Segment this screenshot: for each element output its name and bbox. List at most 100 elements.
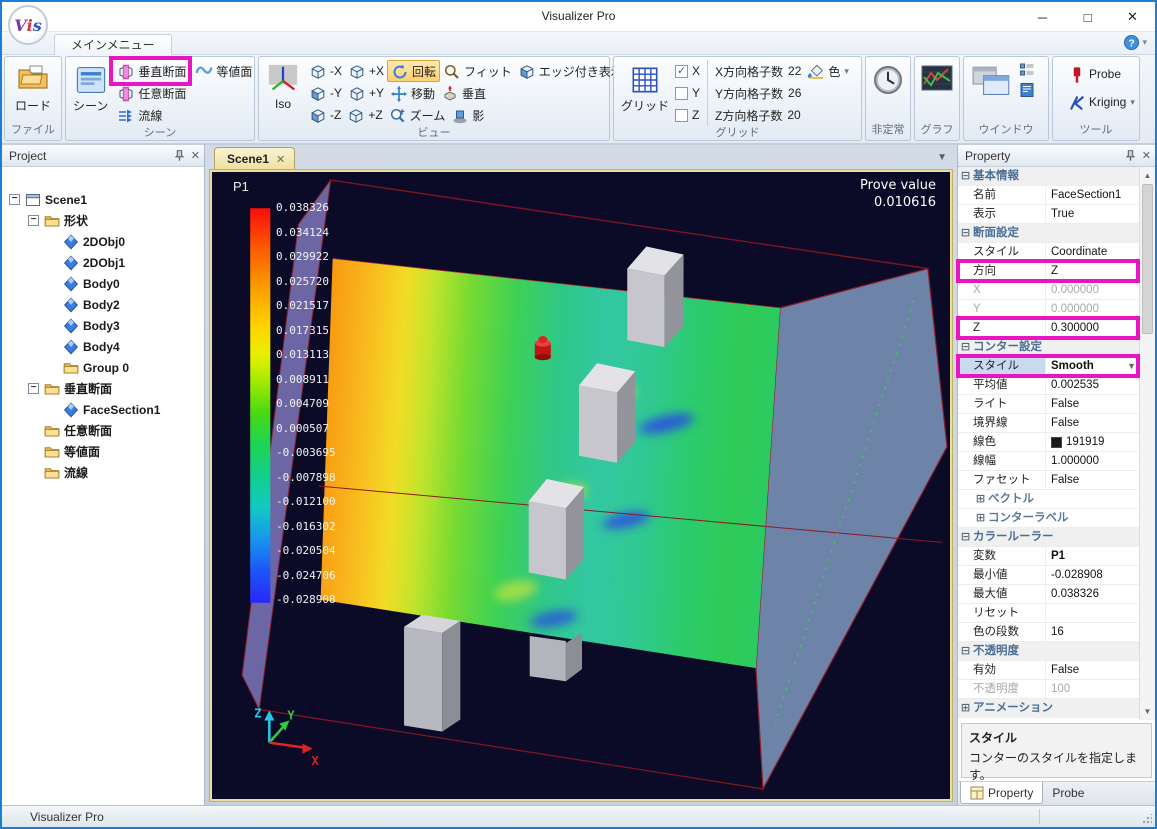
scrollbar-thumb[interactable] xyxy=(1142,184,1153,334)
expander-icon[interactable]: ⊟ xyxy=(958,642,973,660)
property-value[interactable] xyxy=(1046,604,1139,622)
checkbox-Y[interactable] xyxy=(675,87,688,100)
property-row-変数[interactable]: 変数P1 xyxy=(958,547,1139,566)
grid-axis-X[interactable]: X xyxy=(675,60,700,82)
transient-button[interactable] xyxy=(868,60,908,95)
tree-item-Body4[interactable]: Body4 xyxy=(2,336,204,357)
tab-scene1[interactable]: Scene1 ✕ xyxy=(214,147,295,170)
load-button[interactable]: ロード xyxy=(12,60,54,114)
scene-button-任意断面[interactable]: 任意断面 xyxy=(114,82,189,104)
property-row-ファセット[interactable]: ファセットFalse xyxy=(958,471,1139,490)
tree-item-FaceSection1[interactable]: FaceSection1 xyxy=(2,399,204,420)
property-value[interactable]: Z xyxy=(1046,262,1139,280)
grid-count-value[interactable]: 22 xyxy=(788,64,801,78)
view-button-垂直[interactable]: 垂直 xyxy=(438,82,489,104)
property-section-基本情報[interactable]: ⊟基本情報 xyxy=(958,167,1139,186)
property-value[interactable]: False xyxy=(1046,395,1139,413)
property-value[interactable]: 1.000000 xyxy=(1046,452,1139,470)
grid-axis-Y[interactable]: Y xyxy=(675,82,700,104)
expander-icon[interactable]: ⊟ xyxy=(958,528,973,546)
grid-button[interactable]: グリッド xyxy=(618,60,672,114)
property-row-線色[interactable]: 線色191919 xyxy=(958,433,1139,452)
window-doc-icon[interactable] xyxy=(1019,82,1035,98)
tree-item-2DObj1[interactable]: 2DObj1 xyxy=(2,252,204,273)
view-button-回転[interactable]: 回転 xyxy=(387,60,440,82)
property-row-スタイル[interactable]: スタイルCoordinate xyxy=(958,243,1139,262)
property-section-コンター設定[interactable]: ⊟コンター設定 xyxy=(958,338,1139,357)
property-value[interactable]: False xyxy=(1046,471,1139,489)
property-value[interactable]: False xyxy=(1046,661,1139,679)
grid-count-X方向格子数[interactable]: X方向格子数22 xyxy=(715,60,801,82)
scene-button-垂直断面[interactable]: 垂直断面 xyxy=(114,60,189,82)
scene-viewport[interactable]: Z Y X P1 0.0383260.0341240.0299220.02572… xyxy=(212,172,950,799)
dropdown-arrow-icon[interactable]: ▼ xyxy=(1127,357,1136,375)
property-value[interactable]: 0.000000 xyxy=(1046,300,1139,318)
property-row-リセット[interactable]: リセット xyxy=(958,604,1139,623)
property-row-線幅[interactable]: 線幅1.000000 xyxy=(958,452,1139,471)
tree-item-2DObj0[interactable]: 2DObj0 xyxy=(2,231,204,252)
property-value[interactable]: True xyxy=(1046,205,1139,223)
iso-view-button[interactable]: Iso xyxy=(263,60,303,111)
tool-button-Probe[interactable]: Probe xyxy=(1065,63,1138,85)
view-button-影[interactable]: 影 xyxy=(448,104,487,126)
property-value[interactable]: 16 xyxy=(1046,623,1139,641)
grid-count-Z方向格子数[interactable]: Z方向格子数20 xyxy=(715,104,801,126)
property-row-Y[interactable]: Y0.000000 xyxy=(958,300,1139,319)
view-button--Z[interactable]: -Z xyxy=(306,104,344,126)
property-row-名前[interactable]: 名前FaceSection1 xyxy=(958,186,1139,205)
view-button--X[interactable]: -X xyxy=(306,60,345,82)
property-row-最大値[interactable]: 最大値0.038326 xyxy=(958,585,1139,604)
window-list-icon[interactable] xyxy=(1019,62,1035,78)
property-value[interactable]: FaceSection1 xyxy=(1046,186,1139,204)
view-button-+Z[interactable]: +Z xyxy=(344,104,385,126)
property-section-カラールーラー[interactable]: ⊟カラールーラー xyxy=(958,528,1139,547)
view-button-+Y[interactable]: +Y xyxy=(345,82,387,104)
scene-button-流線[interactable]: 流線 xyxy=(114,104,189,126)
property-value[interactable]: -0.028908 xyxy=(1046,566,1139,584)
maximize-button[interactable]: □ xyxy=(1065,2,1110,32)
scroll-down-icon[interactable]: ▼ xyxy=(1140,704,1155,719)
tab-main-menu[interactable]: メインメニュー xyxy=(54,34,172,55)
property-value[interactable]: P1 xyxy=(1046,547,1139,565)
property-row-Z[interactable]: Z0.300000 xyxy=(958,319,1139,338)
isosurface-button[interactable]: 等値面 xyxy=(192,60,255,82)
property-value[interactable]: 0.000000 xyxy=(1046,281,1139,299)
tool-button-Kriging[interactable]: Kriging▾ xyxy=(1065,91,1138,113)
property-row-境界線[interactable]: 境界線False xyxy=(958,414,1139,433)
expander-icon[interactable]: ⊟ xyxy=(958,338,973,356)
property-section-不透明度[interactable]: ⊟不透明度 xyxy=(958,642,1139,661)
tree-item-Body3[interactable]: Body3 xyxy=(2,315,204,336)
app-logo[interactable]: Vis xyxy=(8,5,48,45)
property-section-コンターラベル[interactable]: ⊞コンターラベル xyxy=(958,509,1139,528)
property-value[interactable]: False xyxy=(1046,414,1139,432)
property-value[interactable]: 0.002535 xyxy=(1046,376,1139,394)
tree-item-形状[interactable]: −形状 xyxy=(2,210,204,231)
expander-icon[interactable]: − xyxy=(28,215,39,226)
property-row-ライト[interactable]: ライトFalse xyxy=(958,395,1139,414)
expander-icon[interactable]: − xyxy=(28,383,39,394)
tree-item-流線[interactable]: 流線 xyxy=(2,462,204,483)
checkbox-Z[interactable] xyxy=(675,109,688,122)
grid-count-Y方向格子数[interactable]: Y方向格子数26 xyxy=(715,82,801,104)
property-row-スタイル[interactable]: スタイルSmooth▼ xyxy=(958,357,1139,376)
property-section-アニメーション[interactable]: ⊞アニメーション xyxy=(958,699,1139,718)
tree-item-Group 0[interactable]: Group 0 xyxy=(2,357,204,378)
property-section-断面設定[interactable]: ⊟断面設定 xyxy=(958,224,1139,243)
close-icon[interactable]: ✕ xyxy=(1142,149,1151,162)
tree-item-等値面[interactable]: 等値面 xyxy=(2,441,204,462)
property-row-平均値[interactable]: 平均値0.002535 xyxy=(958,376,1139,395)
view-button--Y[interactable]: -Y xyxy=(306,82,345,104)
view-button-フィット[interactable]: フィット xyxy=(440,60,515,82)
grid-count-value[interactable]: 20 xyxy=(787,108,800,122)
tab-probe[interactable]: Probe xyxy=(1043,782,1093,804)
tab-property[interactable]: Property xyxy=(960,782,1043,804)
scroll-up-icon[interactable]: ▲ xyxy=(1140,168,1155,183)
property-row-方向[interactable]: 方向Z xyxy=(958,262,1139,281)
property-value[interactable]: 0.300000 xyxy=(1046,319,1139,337)
checkbox-X[interactable] xyxy=(675,65,688,78)
close-button[interactable]: ✕ xyxy=(1110,2,1155,32)
property-row-有効[interactable]: 有効False xyxy=(958,661,1139,680)
scene-button[interactable]: シーン xyxy=(70,60,111,114)
expander-icon[interactable]: ⊞ xyxy=(958,699,973,717)
property-row-表示[interactable]: 表示True xyxy=(958,205,1139,224)
